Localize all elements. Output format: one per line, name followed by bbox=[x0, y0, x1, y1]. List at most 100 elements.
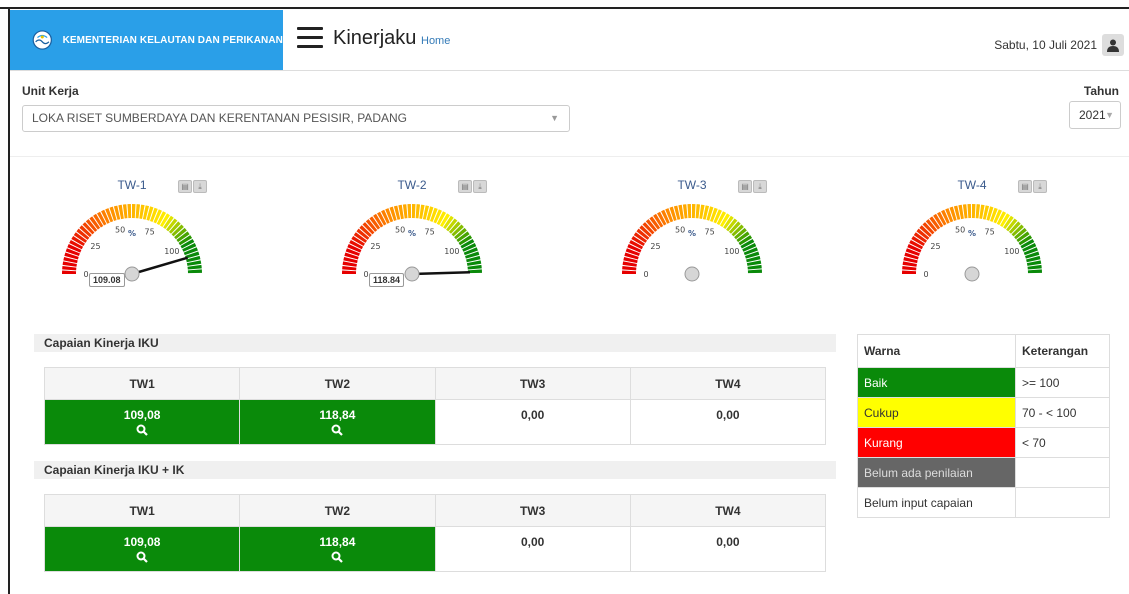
download-icon[interactable]: ⤓ bbox=[193, 180, 207, 193]
gauge-tools: ▤ ⤓ bbox=[178, 180, 207, 193]
divider bbox=[10, 156, 1129, 157]
user-menu-button[interactable] bbox=[1102, 34, 1124, 56]
legend-col-warna: Warna bbox=[857, 334, 1016, 368]
gauge-band-segment bbox=[415, 204, 421, 219]
cell-value: 109,08 bbox=[123, 408, 161, 422]
gauge-tick-label: 25 bbox=[370, 242, 380, 251]
gauge-hub bbox=[964, 266, 980, 282]
kkp-logo-icon bbox=[32, 30, 52, 50]
gauge-tick-label: 75 bbox=[145, 228, 155, 237]
top-header: KEMENTERIAN KELAUTAN DAN PERIKANAN Kiner… bbox=[10, 10, 1129, 71]
col-header: TW4 bbox=[629, 494, 827, 527]
home-link[interactable]: Home bbox=[421, 35, 450, 47]
print-icon[interactable]: ▤ bbox=[738, 180, 752, 193]
col-header: TW2 bbox=[239, 367, 436, 400]
table-iku-ik: TW1 TW2 TW3 TW4 109,08 118,84 0,00 0,00 bbox=[43, 494, 827, 572]
search-icon[interactable] bbox=[331, 551, 344, 563]
gauge-title: TW-1 bbox=[117, 178, 147, 192]
gauge-band-segment bbox=[962, 204, 968, 219]
gauge-band-segment bbox=[62, 270, 77, 274]
tahun-select[interactable]: 2021 ▼ bbox=[1069, 101, 1121, 129]
cell-value: 0,00 bbox=[520, 408, 545, 422]
gauge-tick-label: 25 bbox=[930, 242, 940, 251]
legend-col-keterangan: Keterangan bbox=[1015, 334, 1110, 368]
gauge-tick-label: 0 bbox=[363, 270, 368, 279]
gauge-tw4: 0 25 50 75 100% TW-4 ▤ ⤓ bbox=[882, 170, 1082, 310]
brand-text: KEMENTERIAN KELAUTAN DAN PERIKANAN bbox=[62, 34, 283, 46]
print-icon[interactable]: ▤ bbox=[1018, 180, 1032, 193]
gauge-tools: ▤ ⤓ bbox=[1018, 180, 1047, 193]
col-header: TW1 bbox=[43, 367, 241, 400]
search-icon[interactable] bbox=[136, 424, 148, 436]
gauge-tick-label: 50 bbox=[395, 226, 405, 235]
chevron-down-icon: ▼ bbox=[1105, 110, 1114, 120]
brand[interactable]: KEMENTERIAN KELAUTAN DAN PERIKANAN bbox=[10, 10, 283, 70]
gauge-title: TW-3 bbox=[677, 178, 707, 192]
current-date: Sabtu, 10 Juli 2021 bbox=[994, 38, 1097, 52]
cell-value: 0,00 bbox=[716, 535, 740, 549]
cell-value: 118,84 bbox=[319, 408, 356, 422]
gauge-band-segment bbox=[692, 204, 696, 219]
legend-desc bbox=[1015, 487, 1110, 518]
print-icon[interactable]: ▤ bbox=[178, 180, 192, 193]
gauge-tw2: 0 25 50 75 100% TW-2 ▤ ⤓ 118.84 bbox=[322, 170, 522, 310]
legend-row: Belum ada penilaian bbox=[857, 457, 1110, 488]
gauge-tools: ▤ ⤓ bbox=[738, 180, 767, 193]
gauge-tick-label: 50 bbox=[955, 226, 965, 235]
gauge-band-segment bbox=[467, 264, 482, 270]
legend-desc: < 70 bbox=[1015, 427, 1110, 458]
app: KEMENTERIAN KELAUTAN DAN PERIKANAN Kiner… bbox=[10, 10, 1129, 594]
gauge-value-label: 118.84 bbox=[369, 273, 405, 287]
legend-row: Belum input capaian bbox=[857, 487, 1110, 518]
gauge-needle bbox=[131, 256, 188, 276]
cell-tw2[interactable]: 118,84 bbox=[239, 399, 436, 445]
unit-kerja-select[interactable]: LOKA RISET SUMBERDAYA DAN KERENTANAN PES… bbox=[22, 105, 570, 132]
gauge-band-segment bbox=[747, 269, 762, 274]
gauge-band-segment bbox=[967, 204, 972, 219]
gauge-tick-label: 25 bbox=[650, 242, 660, 251]
gauge-band-segment bbox=[407, 204, 412, 219]
cell-value: 0,00 bbox=[520, 535, 545, 549]
gauge-tick-label: 100 bbox=[164, 247, 179, 256]
gauge-needle bbox=[411, 270, 471, 276]
tahun-label: Tahun bbox=[1083, 84, 1119, 98]
gauge-band-segment bbox=[342, 265, 357, 271]
gauge-tick-label: 100 bbox=[724, 247, 739, 256]
cell-tw1[interactable]: 109,08 bbox=[43, 526, 241, 572]
gauge-tick-label: 75 bbox=[425, 228, 435, 237]
search-icon[interactable] bbox=[136, 551, 148, 563]
menu-toggle-icon[interactable] bbox=[297, 27, 323, 51]
download-icon[interactable]: ⤓ bbox=[473, 180, 487, 193]
gauge-unit-label: % bbox=[688, 229, 696, 238]
col-header: TW4 bbox=[629, 367, 827, 400]
cell-tw2[interactable]: 118,84 bbox=[239, 526, 436, 572]
gauge-band-segment bbox=[122, 204, 128, 219]
download-icon[interactable]: ⤓ bbox=[753, 180, 767, 193]
cell-tw1[interactable]: 109,08 bbox=[43, 399, 241, 445]
search-icon[interactable] bbox=[331, 424, 344, 436]
legend-color-kurang: Kurang bbox=[857, 427, 1016, 458]
gauge-title: TW-4 bbox=[957, 178, 987, 192]
cell-tw3: 0,00 bbox=[434, 526, 631, 572]
section-title-iku: Capaian Kinerja IKU bbox=[34, 334, 836, 352]
legend-color-belum-penilaian: Belum ada penilaian bbox=[857, 457, 1016, 488]
gauge-hub bbox=[684, 266, 700, 282]
user-icon bbox=[1107, 39, 1119, 52]
gauge-tick-label: 75 bbox=[705, 228, 715, 237]
unit-kerja-value: LOKA RISET SUMBERDAYA DAN KERENTANAN PES… bbox=[32, 111, 407, 125]
table-row: 109,08 118,84 0,00 0,00 bbox=[43, 526, 827, 572]
gauge-band-segment bbox=[687, 204, 692, 219]
print-icon[interactable]: ▤ bbox=[458, 180, 472, 193]
legend-desc: >= 100 bbox=[1015, 367, 1110, 398]
gauge-tw3: 0 25 50 75 100% TW-3 ▤ ⤓ bbox=[602, 170, 802, 310]
cell-tw4: 0,00 bbox=[629, 399, 827, 445]
gauge-unit-label: % bbox=[408, 229, 416, 238]
legend-desc bbox=[1015, 457, 1110, 488]
gauge-band-segment bbox=[187, 269, 202, 274]
gauge-unit-label: % bbox=[968, 229, 976, 238]
gauge-band-segment bbox=[187, 264, 202, 270]
download-icon[interactable]: ⤓ bbox=[1033, 180, 1047, 193]
legend-color-baik: Baik bbox=[857, 367, 1016, 398]
gauge-band-segment bbox=[1027, 269, 1042, 274]
table-row: 109,08 118,84 0,00 0,00 bbox=[43, 399, 827, 445]
